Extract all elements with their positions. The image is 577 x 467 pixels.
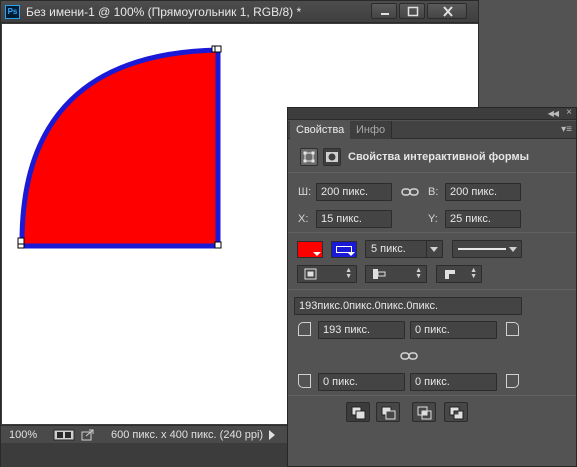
document-title-bar[interactable]: Ps Без имени-1 @ 100% (Прямоугольник 1, … bbox=[1, 1, 478, 23]
share-icon[interactable] bbox=[81, 429, 95, 441]
anchor-handle[interactable] bbox=[214, 241, 222, 249]
document-title: Без имени-1 @ 100% (Прямоугольник 1, RGB… bbox=[26, 5, 302, 19]
anchor-handle[interactable] bbox=[214, 45, 222, 53]
height-label: В: bbox=[428, 186, 439, 198]
chevron-down-icon bbox=[430, 247, 438, 252]
fill-color-swatch[interactable] bbox=[297, 241, 323, 258]
stroke-width-dropdown[interactable]: 5 пикс. bbox=[365, 240, 443, 258]
zoom-level[interactable]: 100% bbox=[9, 429, 37, 441]
stroke-color-swatch[interactable] bbox=[331, 241, 357, 258]
play-arrow-icon[interactable] bbox=[269, 430, 275, 440]
spinner-icon: ▲ ▼ bbox=[345, 267, 352, 280]
stroke-align-icon bbox=[304, 268, 317, 280]
close-icon bbox=[443, 6, 453, 17]
corner-top-left-field[interactable]: 193 пикс. bbox=[318, 321, 405, 339]
divider bbox=[288, 395, 576, 396]
corner-top-right-icon bbox=[506, 322, 519, 336]
stroke-type-dropdown[interactable] bbox=[452, 240, 522, 258]
intersect-shapes-icon bbox=[417, 406, 432, 420]
tab-properties[interactable]: Свойства bbox=[290, 121, 352, 139]
panel-menu-icon[interactable]: ▾≡ bbox=[561, 124, 572, 135]
proof-icon[interactable] bbox=[53, 429, 75, 441]
tab-info[interactable]: Инфо bbox=[350, 121, 393, 139]
divider bbox=[288, 172, 576, 173]
corner-radius-summary[interactable]: 193пикс.0пикс.0пикс.0пикс. bbox=[294, 297, 522, 315]
x-field[interactable]: 15 пикс. bbox=[316, 210, 392, 228]
close-button[interactable] bbox=[427, 3, 467, 19]
solid-line-icon bbox=[458, 248, 506, 250]
transform-icon bbox=[303, 151, 315, 163]
maximize-icon bbox=[407, 6, 419, 17]
width-label: Ш: bbox=[298, 186, 312, 198]
stroke-caps-icon bbox=[373, 269, 386, 279]
minimize-button[interactable] bbox=[371, 3, 397, 19]
intersect-shapes-button[interactable] bbox=[412, 402, 436, 422]
width-field[interactable]: 200 пикс. bbox=[316, 183, 392, 201]
spinner-icon: ▲ ▼ bbox=[415, 267, 422, 280]
corner-bottom-right-field[interactable]: 0 пикс. bbox=[410, 373, 497, 391]
combine-shapes-icon bbox=[351, 406, 366, 420]
combine-shapes-button[interactable] bbox=[346, 402, 370, 422]
panel-header[interactable]: ◀◀ × bbox=[288, 107, 576, 120]
corner-bottom-right-icon bbox=[506, 374, 519, 388]
divider bbox=[288, 232, 576, 233]
spinner-icon: ▲ ▼ bbox=[470, 267, 477, 280]
mask-icon bbox=[326, 152, 338, 162]
corner-top-right-field[interactable]: 0 пикс. bbox=[410, 321, 497, 339]
stroke-join-icon bbox=[445, 270, 455, 279]
chevron-down-icon bbox=[509, 247, 517, 252]
stroke-corners-dropdown[interactable]: ▲ ▼ bbox=[436, 265, 482, 283]
corner-bottom-left-field[interactable]: 0 пикс. bbox=[318, 373, 405, 391]
panel-tabbar: Свойства Инфо ▾≡ bbox=[288, 121, 576, 139]
photoshop-logo-icon: Ps bbox=[5, 5, 20, 19]
subtract-shape-icon bbox=[381, 406, 396, 420]
corner-bottom-left-icon bbox=[298, 374, 311, 388]
stroke-align-dropdown[interactable]: ▲ ▼ bbox=[297, 265, 357, 283]
properties-panel: ◀◀ × Свойства Инфо ▾≡ Свойства интеракти… bbox=[287, 107, 577, 467]
minimize-icon bbox=[381, 13, 389, 15]
divider bbox=[288, 289, 576, 290]
stroke-width-value: 5 пикс. bbox=[371, 243, 406, 255]
link-corners-icon[interactable] bbox=[400, 350, 418, 362]
y-field[interactable]: 25 пикс. bbox=[445, 210, 521, 228]
subtract-front-shape-button[interactable] bbox=[376, 402, 400, 422]
x-label: X: bbox=[298, 213, 309, 225]
anchor-handle[interactable] bbox=[17, 237, 25, 245]
stroke-caps-dropdown[interactable]: ▲ ▼ bbox=[365, 265, 427, 283]
shape-properties-button[interactable] bbox=[300, 148, 318, 166]
rounded-rectangle-shape[interactable] bbox=[19, 47, 221, 249]
collapse-icon[interactable]: ◀◀ bbox=[548, 109, 559, 118]
y-label: Y: bbox=[428, 213, 438, 225]
link-icon[interactable] bbox=[401, 186, 419, 198]
panel-close-icon[interactable]: × bbox=[566, 107, 572, 118]
exclude-overlap-button[interactable] bbox=[444, 402, 468, 422]
section-title: Свойства интерактивной формы bbox=[348, 151, 529, 163]
height-field[interactable]: 200 пикс. bbox=[445, 183, 521, 201]
mask-properties-button[interactable] bbox=[323, 148, 341, 166]
exclude-overlap-icon bbox=[449, 406, 464, 420]
corner-top-left-icon bbox=[298, 322, 311, 336]
document-info[interactable]: 600 пикс. x 400 пикс. (240 ppi) bbox=[111, 429, 263, 441]
maximize-button[interactable] bbox=[399, 3, 425, 19]
